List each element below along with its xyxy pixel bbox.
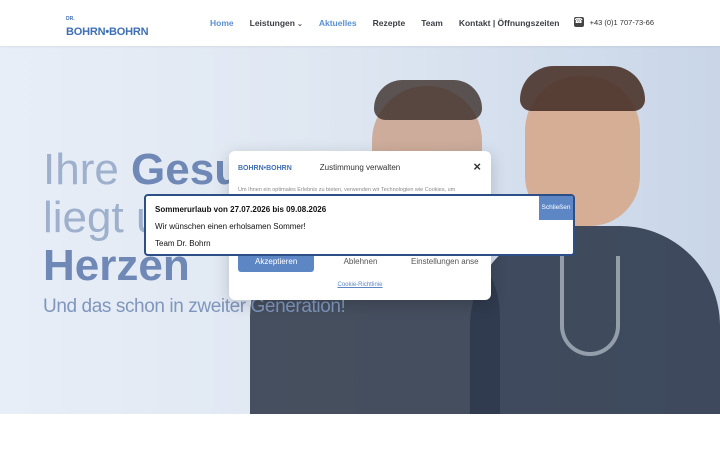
doctor-left-hair bbox=[374, 80, 482, 120]
nav-rezepte[interactable]: Rezepte bbox=[373, 18, 406, 28]
site-logo[interactable]: DR. BOHRN•BOHRN bbox=[66, 6, 149, 40]
nav-home[interactable]: Home bbox=[210, 18, 234, 28]
phone-icon: ☎ bbox=[573, 17, 584, 27]
notice-heading: Sommerurlaub von 27.07.2026 bis 09.08.20… bbox=[155, 205, 327, 214]
site-header: DR. BOHRN•BOHRN Home Leistungen ⌄ Aktuell… bbox=[0, 0, 720, 46]
notice-close-button[interactable]: Schließen bbox=[539, 196, 573, 220]
chevron-down-icon: ⌄ bbox=[296, 21, 303, 28]
page: DR. BOHRN•BOHRN Home Leistungen ⌄ Aktuell… bbox=[0, 0, 720, 450]
hero-title-line2: liegt u bbox=[43, 193, 161, 242]
stethoscope bbox=[560, 256, 620, 356]
nav-team[interactable]: Team bbox=[421, 18, 443, 28]
consent-title: Zustimmung verwalten bbox=[319, 163, 401, 172]
nav-kontakt[interactable]: Kontakt | Öffnungszeiten bbox=[459, 18, 560, 28]
notice-message: Wir wünschen einen erholsamen Sommer! bbox=[155, 222, 306, 231]
nav-aktuelles[interactable]: Aktuelles bbox=[319, 18, 357, 28]
notice-signature: Team Dr. Bohrn bbox=[155, 239, 211, 248]
logo-prefix: DR. bbox=[66, 16, 75, 22]
nav-leistungen-label: Leistungen bbox=[249, 18, 295, 28]
content-area bbox=[0, 414, 720, 450]
close-icon[interactable]: × bbox=[473, 159, 481, 174]
logo-text: BOHRN•BOHRN bbox=[66, 26, 149, 38]
doctor-right-hair bbox=[520, 66, 645, 111]
cookie-policy-link[interactable]: Cookie-Richtlinie bbox=[229, 282, 491, 288]
phone-contact[interactable]: ☎ +43 (0)1 707-73-66 bbox=[573, 17, 654, 27]
phone-number: +43 (0)1 707-73-66 bbox=[589, 17, 654, 27]
main-nav: Home Leistungen ⌄ Aktuelles Rezepte Team … bbox=[210, 0, 559, 46]
nav-leistungen[interactable]: Leistungen ⌄ bbox=[250, 18, 303, 28]
consent-text: Um Ihnen ein optimales Erlebnis zu biete… bbox=[238, 187, 456, 193]
vacation-notice: Sommerurlaub von 27.07.2026 bis 09.08.20… bbox=[144, 194, 575, 256]
hero-title-line1: Ihre bbox=[43, 145, 132, 194]
